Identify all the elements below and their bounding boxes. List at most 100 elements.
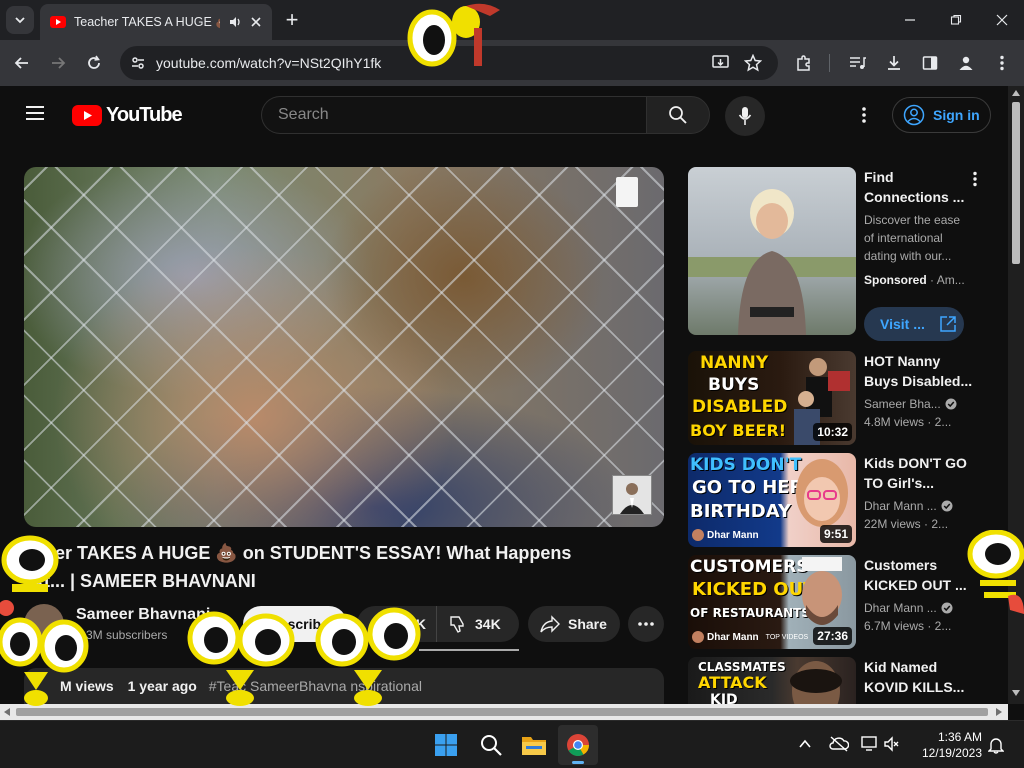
verified-check-icon xyxy=(941,602,953,614)
related-video-thumbnail[interactable]: CLASSMATES ATTACK KID xyxy=(688,657,856,704)
related-video-thumbnail[interactable]: NANNY BUYS DISABLED BOY BEER! 10:32 xyxy=(688,351,856,445)
thumb-text-line: DISABLED xyxy=(692,397,788,417)
related-video-thumbnail[interactable]: CUSTOMERS KICKED OUT OF RESTAURANTS Dhar… xyxy=(688,555,856,649)
voice-search-button[interactable] xyxy=(725,96,765,136)
ad-menu-button[interactable] xyxy=(973,171,977,192)
media-controls-button[interactable] xyxy=(844,49,872,77)
related-video-channel: Sameer Bha... xyxy=(864,397,941,411)
thumb-text-line: ATTACK xyxy=(698,673,767,692)
visit-label: Visit ... xyxy=(880,316,925,332)
related-video-3[interactable]: CUSTOMERS KICKED OUT OF RESTAURANTS Dhar… xyxy=(688,555,1008,649)
notifications-button[interactable] xyxy=(987,736,1005,759)
extensions-button[interactable] xyxy=(790,49,818,77)
search-input[interactable]: Search xyxy=(261,96,647,134)
search-icon xyxy=(481,735,502,756)
thumb-text-line: NANNY xyxy=(700,353,769,373)
verified-check-icon xyxy=(945,398,957,410)
cloud-off-icon xyxy=(829,736,850,752)
chrome-taskbar-button[interactable] xyxy=(558,725,598,765)
downloads-button[interactable] xyxy=(880,49,908,77)
cartoon-eyes-overlay-icon xyxy=(407,3,500,67)
logo-wordmark: YouTube xyxy=(106,104,183,126)
visit-site-button[interactable]: Visit ... xyxy=(864,307,964,341)
guide-button[interactable] xyxy=(24,104,46,127)
speaker-icon[interactable] xyxy=(228,15,242,29)
scroll-right-arrow-icon[interactable] xyxy=(996,708,1002,716)
external-link-icon xyxy=(940,316,956,332)
new-tab-button[interactable]: + xyxy=(278,6,306,34)
close-window-button[interactable] xyxy=(988,6,1016,34)
video-player[interactable] xyxy=(24,167,664,527)
cartoon-eyes-overlay-icon xyxy=(967,530,1024,614)
brand-name: Dhar Mann xyxy=(707,529,759,541)
windows-logo-icon xyxy=(435,734,457,756)
dislike-button[interactable]: 34K xyxy=(437,606,519,642)
vertical-scroll-thumb[interactable] xyxy=(1012,102,1020,264)
kebab-menu-icon xyxy=(973,171,977,187)
running-app-indicator xyxy=(572,761,584,764)
related-video-meta: 22M views · 2... xyxy=(864,517,949,531)
related-video-4[interactable]: CLASSMATES ATTACK KID Kid Named KOVID KI… xyxy=(688,657,1008,704)
scroll-up-arrow-icon[interactable] xyxy=(1012,90,1020,96)
youtube-logo[interactable]: YouTube xyxy=(72,104,183,127)
site-info-icon[interactable] xyxy=(130,55,146,71)
presenter-avatar-icon xyxy=(620,483,644,514)
reload-button[interactable] xyxy=(80,49,108,77)
ad-woman-image-icon xyxy=(688,189,856,335)
show-hidden-icons-button[interactable] xyxy=(798,737,812,756)
sign-in-button[interactable]: Sign in xyxy=(892,97,991,133)
minimize-icon xyxy=(905,19,915,21)
video-duration: 9:51 xyxy=(819,525,852,543)
network-monitor-icon xyxy=(861,736,877,751)
settings-menu-button[interactable] xyxy=(862,106,866,129)
video-title-line-2: ext... | SAMEER BHAVNANI xyxy=(24,571,256,591)
related-video-1[interactable]: NANNY BUYS DISABLED BOY BEER! 10:32 HOT … xyxy=(688,351,1008,445)
channel-watermark[interactable] xyxy=(612,475,652,515)
tab-search-button[interactable] xyxy=(6,6,34,34)
related-video-meta: 6.7M views · 2... xyxy=(864,619,952,633)
thumb-text-line: BIRTHDAY xyxy=(690,501,791,522)
kebab-menu-icon xyxy=(1000,55,1004,71)
browser-tab-active[interactable]: Teacher TAKES A HUGE 💩 xyxy=(40,4,272,40)
share-button[interactable]: Share xyxy=(528,606,620,642)
restore-button[interactable] xyxy=(942,6,970,34)
chrome-menu-button[interactable] xyxy=(988,49,1016,77)
dislike-count: 34K xyxy=(475,616,501,632)
youtube-play-logo-icon xyxy=(72,105,102,126)
more-actions-button[interactable] xyxy=(628,606,664,642)
media-queue-icon xyxy=(850,57,866,69)
horizontal-scroll-thumb[interactable] xyxy=(16,708,988,716)
tab-strip: Teacher TAKES A HUGE 💩 + xyxy=(0,0,1024,40)
scroll-down-arrow-icon[interactable] xyxy=(1012,690,1020,696)
file-explorer-button[interactable] xyxy=(521,733,547,762)
taskbar-search-button[interactable] xyxy=(479,733,503,762)
start-button[interactable] xyxy=(434,733,458,762)
profile-button[interactable] xyxy=(952,49,980,77)
search-placeholder: Search xyxy=(278,106,329,123)
related-video-thumbnail[interactable]: KIDS DON'T GO TO HER BIRTHDAY Dhar Mann … xyxy=(688,453,856,547)
video-duration: 27:36 xyxy=(813,627,852,645)
related-video-meta: 4.8M views · 2... xyxy=(864,415,952,429)
close-tab-icon[interactable] xyxy=(250,16,262,28)
cartoon-eyes-overlay-icon xyxy=(0,535,89,706)
side-panel-button[interactable] xyxy=(916,49,944,77)
player-overlay-card xyxy=(616,177,638,207)
brand-avatar-icon xyxy=(692,529,704,541)
clock[interactable]: 1:36 AM 12/19/2023 xyxy=(912,729,982,761)
install-app-icon[interactable] xyxy=(712,55,730,71)
minimize-button[interactable] xyxy=(896,6,924,34)
thumbnail-boy-image-icon xyxy=(790,661,842,704)
network-volume-tray[interactable] xyxy=(861,735,901,758)
ad-thumbnail[interactable] xyxy=(688,167,856,335)
thumb-text-line: CLASSMATES xyxy=(698,660,786,674)
channel-brand-mark: Dhar Mann TOP VIDEOS xyxy=(692,631,808,643)
onedrive-status-button[interactable] xyxy=(829,735,850,758)
horizontal-scrollbar[interactable] xyxy=(0,704,1008,720)
back-button[interactable] xyxy=(8,49,36,77)
bookmark-star-icon[interactable] xyxy=(744,54,762,72)
folder-icon xyxy=(522,737,546,755)
sponsored-card[interactable]: Find Connections ... Discover the ease o… xyxy=(688,167,1008,341)
search-button[interactable] xyxy=(646,96,710,134)
related-video-2[interactable]: KIDS DON'T GO TO HER BIRTHDAY Dhar Mann … xyxy=(688,453,1008,547)
forward-button[interactable] xyxy=(44,49,72,77)
